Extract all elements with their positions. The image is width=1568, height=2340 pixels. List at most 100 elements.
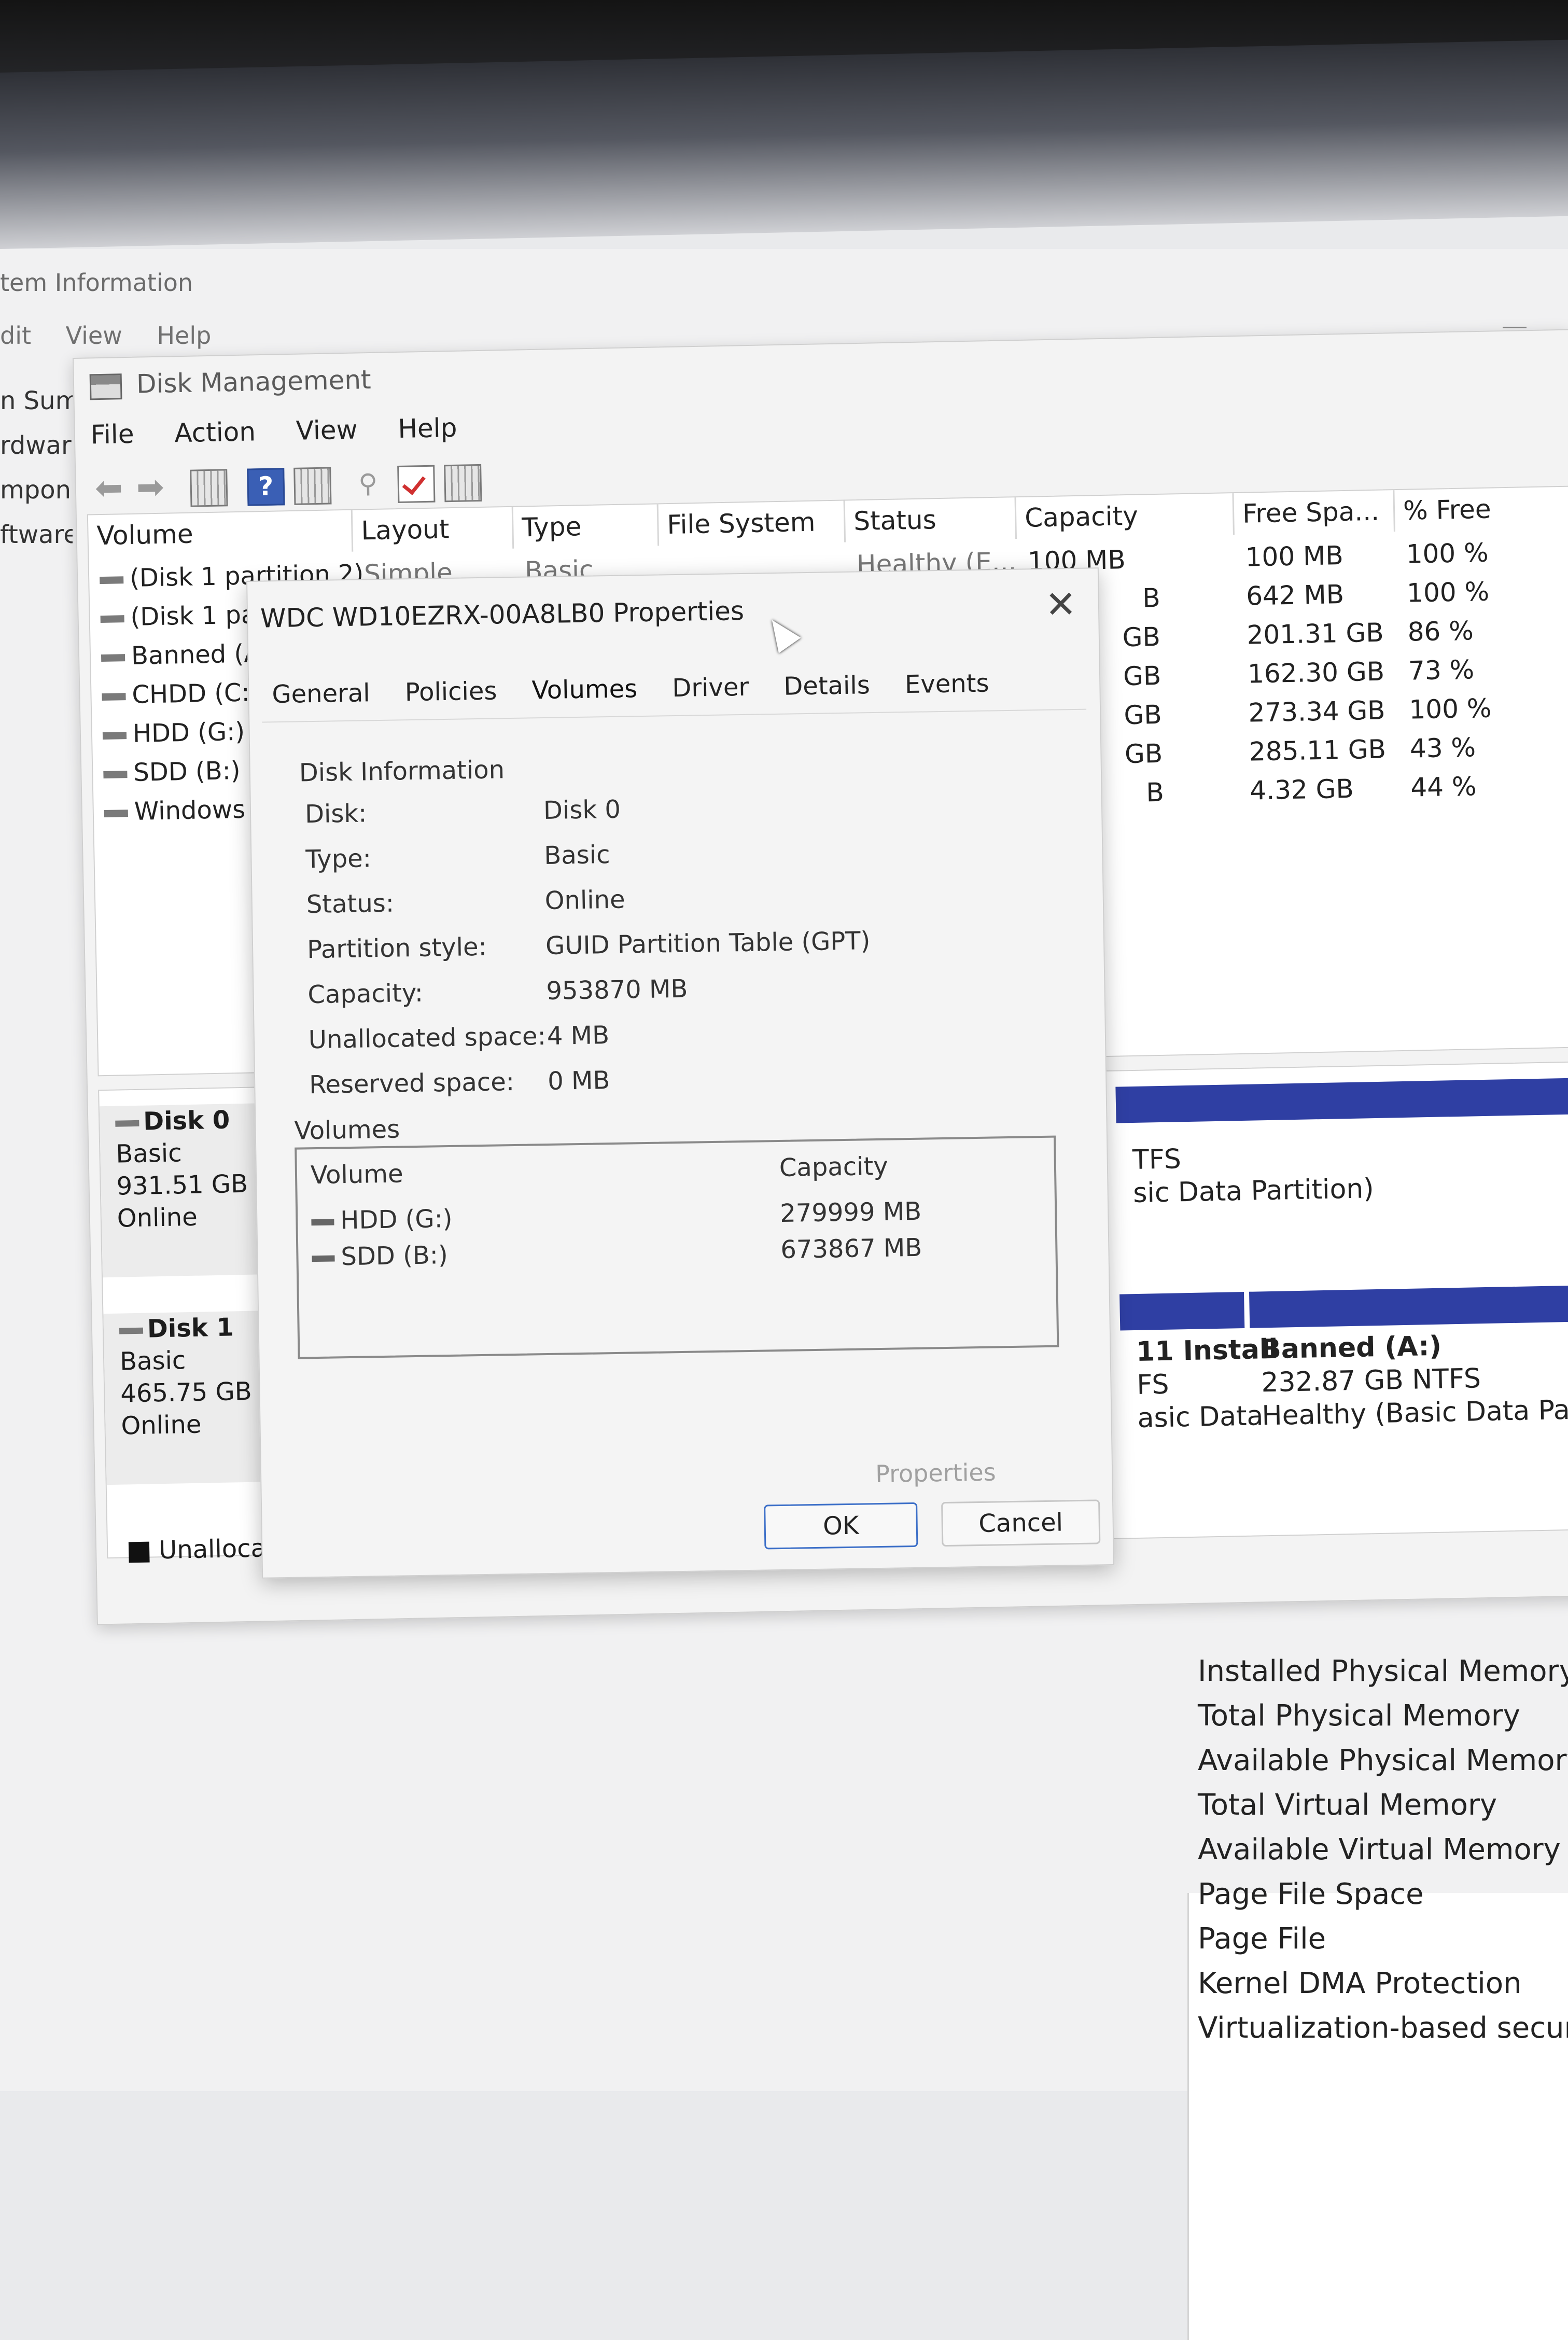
cell-free: 162.30 GB [1247,656,1385,689]
dm-menubar: File Action View Help [90,412,489,450]
sysinfo-item[interactable]: Available Physical Memory [1198,1738,1568,1783]
sysinfo-item[interactable]: Page File [1198,1917,1568,1961]
tree-item-summary[interactable]: n Sum [0,379,73,423]
sysinfo-menu-edit[interactable]: dit [0,322,31,350]
sysinfo-item[interactable]: Total Physical Memory [1198,1694,1568,1738]
volume-properties-button[interactable]: Properties [875,1458,996,1488]
tab-details[interactable]: Details [783,671,870,701]
tab-volumes[interactable]: Volumes [531,674,637,705]
disk-0-label[interactable]: Disk 0 Basic 931.51 GB Online [99,1103,274,1278]
cell-capacity: GB [1122,621,1161,653]
checklist-icon[interactable] [397,465,436,504]
sysinfo-item[interactable]: Kernel DMA Protection [1198,1961,1568,2006]
dm-menu-view[interactable]: View [296,414,358,445]
info-value: Online [544,885,626,916]
table-row[interactable]: CHDD (C:) [102,678,260,710]
tab-policies[interactable]: Policies [404,676,497,707]
tab-driver[interactable]: Driver [672,673,749,703]
disk-1-partition-banned[interactable]: Banned (A:) 232.87 GB NTFS Healthy (Basi… [1261,1326,1568,1433]
volumes-tab-panel: Disk Information Disk: Disk 0 Type: Basi… [262,708,1098,1488]
cell-capacity: B [1145,777,1165,808]
volume-icon [101,654,125,662]
cancel-button[interactable]: Cancel [941,1499,1101,1547]
volume-capacity: 279999 MB [779,1196,922,1228]
col-volume[interactable]: Volume [88,510,354,557]
tree-item-software[interactable]: ftware [0,512,73,557]
volumes-col-capacity[interactable]: Capacity [779,1152,888,1182]
list-item[interactable]: SDD (B:) [312,1241,448,1272]
col-type[interactable]: Type [513,504,660,549]
show-hide-icon[interactable] [293,467,332,505]
sysinfo-item[interactable]: Virtualization-based securit [1198,2006,1568,2051]
info-value: GUID Partition Table (GPT) [545,926,871,961]
volumes-col-volume[interactable]: Volume [311,1159,403,1190]
disk-icon [115,1120,139,1127]
info-label: Unallocated space: [308,1022,547,1055]
table-row[interactable]: Banned (A: [101,639,269,671]
cell-pct: 43 % [1409,732,1476,764]
minimize-icon[interactable] [1503,327,1527,328]
close-icon[interactable]: ✕ [1045,582,1077,626]
volume-icon [312,1255,335,1262]
cell-free: 4.32 GB [1249,773,1354,806]
disk-1-partition-windows[interactable]: 11 Install FS asic Data [1136,1333,1280,1435]
tab-events[interactable]: Events [905,669,989,700]
tree-item-hardware[interactable]: rdwar [0,423,73,468]
sysinfo-item[interactable]: Total Virtual Memory [1198,1783,1568,1828]
tab-general[interactable]: General [272,678,370,709]
col-status[interactable]: Status [845,497,1017,542]
ok-button[interactable]: OK [764,1502,918,1550]
col-capacity[interactable]: Capacity [1016,493,1235,539]
sysinfo-item[interactable]: Installed Physical Memory [1198,1649,1568,1694]
info-label: Disk: [304,799,367,829]
col-free-space[interactable]: Free Spa... [1234,490,1395,535]
tree-item-components[interactable]: mpon [0,468,73,512]
dm-toolbar: ⬅ ➡ ? ⚲ [86,459,512,511]
sysinfo-item[interactable]: Page File Space [1198,1872,1568,1917]
cell-pct: 73 % [1408,654,1475,686]
volume-icon [104,810,129,817]
sysinfo-item[interactable]: Available Virtual Memory [1198,1828,1568,1872]
disk-properties-dialog: WDC WD10EZRX-00A8LB0 Properties ✕ Genera… [246,567,1115,1579]
info-value: Disk 0 [543,795,621,826]
col-percent-free[interactable]: % Free [1394,486,1568,532]
info-label: Partition style: [306,932,487,965]
col-layout[interactable]: Layout [352,507,514,552]
volume-icon [311,1219,334,1226]
volumes-heading: Volumes [294,1115,400,1146]
list-item[interactable]: HDD (G:) [311,1204,453,1235]
console-tree-icon[interactable] [190,469,228,507]
cell-capacity: GB [1123,660,1161,692]
back-arrow-icon[interactable]: ⬅ [91,469,126,508]
table-row[interactable]: HDD (G:) [102,717,245,749]
disk-0-partition-info[interactable]: TFS sic Data Partition) [1132,1139,1375,1210]
forward-arrow-icon[interactable]: ➡ [133,468,167,507]
help-icon[interactable]: ? [247,468,285,506]
dm-menu-help[interactable]: Help [398,413,457,444]
cell-pct: 100 % [1408,693,1492,725]
sysinfo-item-list: Installed Physical Memory Total Physical… [1198,1649,1568,2051]
table-row[interactable]: Windows 1 [104,795,269,827]
connect-icon[interactable]: ⚲ [351,466,385,500]
dialog-tabs: General Policies Volumes Driver Details … [272,668,1016,709]
screen-edge [0,39,1568,249]
table-row[interactable]: SDD (B:) [103,756,241,788]
col-file-system[interactable]: File System [658,500,846,546]
sysinfo-menu-view[interactable]: View [66,322,122,350]
disk-1-label[interactable]: Disk 1 Basic 465.75 GB Online [103,1310,278,1485]
dm-menu-action[interactable]: Action [174,416,256,448]
properties-list-icon[interactable] [444,464,482,503]
info-label: Type: [305,844,372,874]
sysinfo-menubar: dit View Help [0,322,238,350]
cell-free: 100 MB [1245,540,1344,573]
sysinfo-menu-help[interactable]: Help [157,322,211,350]
dm-menu-file[interactable]: File [90,419,134,450]
info-value: Basic [543,840,610,871]
cell-capacity: B [1142,582,1161,614]
cell-free: 642 MB [1245,579,1345,611]
cell-free: 201.31 GB [1247,617,1384,650]
cell-capacity: GB [1124,699,1163,731]
info-label: Status: [306,888,395,920]
disk-0-partition-bar [1115,1078,1568,1123]
cell-pct: 44 % [1410,771,1477,803]
